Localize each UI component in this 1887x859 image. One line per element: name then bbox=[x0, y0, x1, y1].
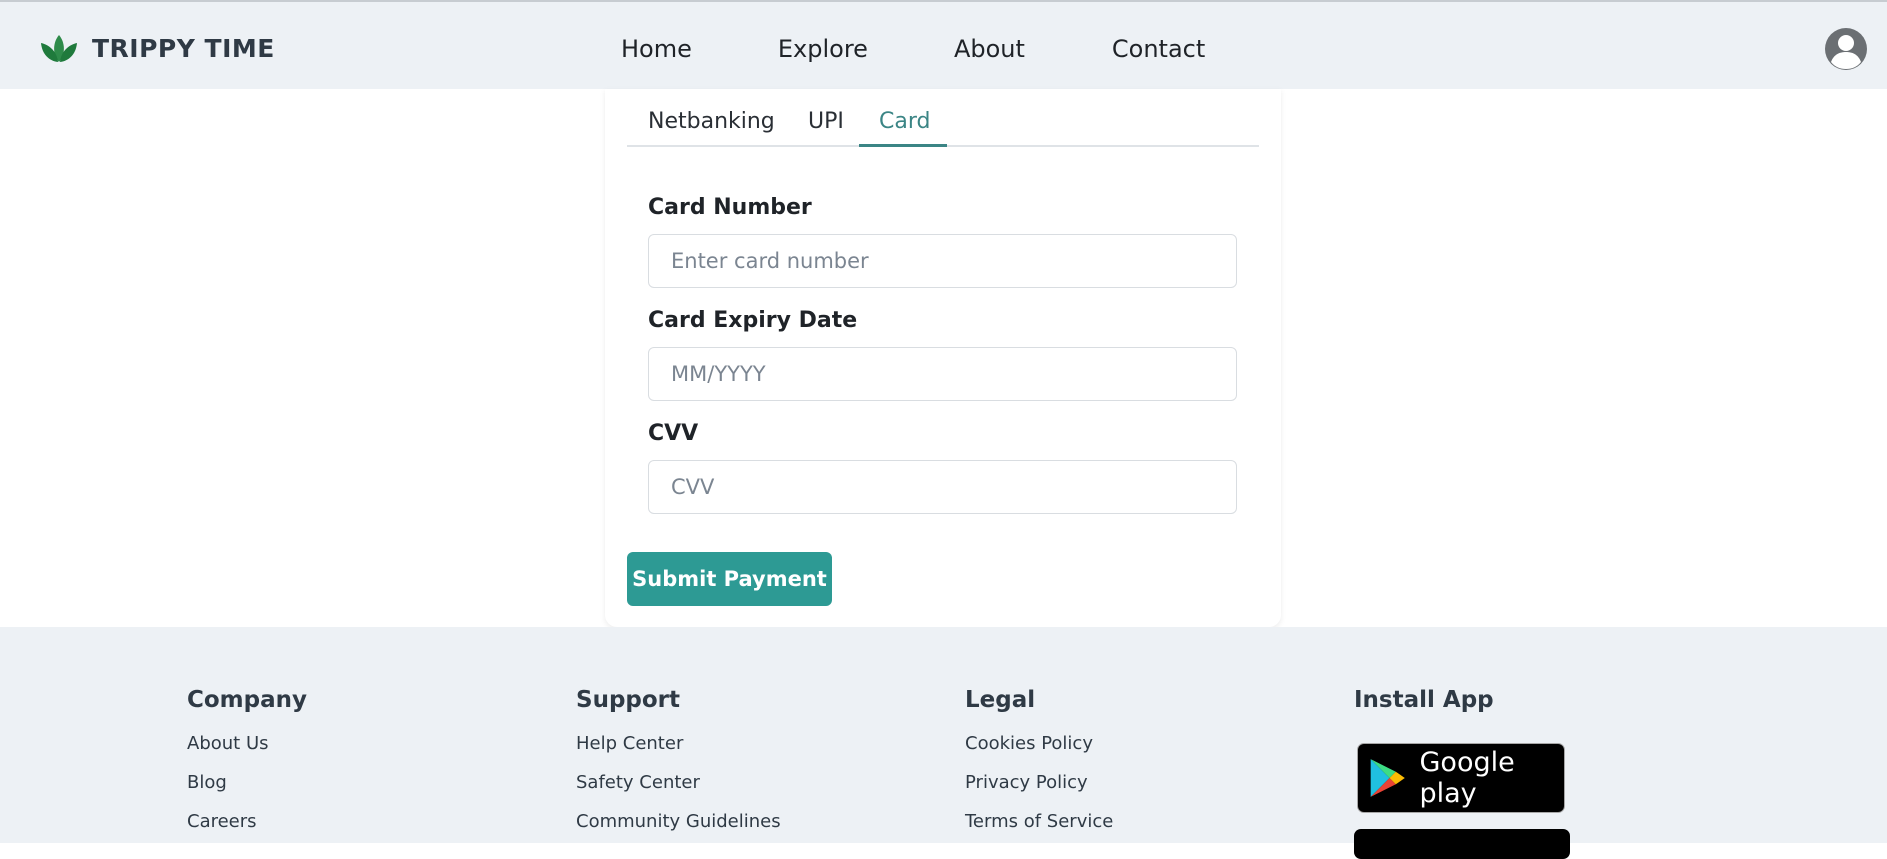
payment-tabs: Netbanking UPI Card bbox=[627, 89, 1259, 147]
google-play-label: Google play bbox=[1419, 747, 1515, 809]
active-tab-indicator bbox=[859, 144, 947, 147]
footer-link[interactable]: Privacy Policy bbox=[965, 772, 1113, 811]
footer-link[interactable]: Terms of Service bbox=[965, 811, 1113, 850]
footer-link[interactable]: About Us bbox=[187, 733, 307, 772]
footer-link[interactable]: Help Center bbox=[576, 733, 781, 772]
card-number-label: Card Number bbox=[648, 195, 812, 220]
leaf-logo-icon bbox=[41, 35, 77, 62]
card-expiry-label: Card Expiry Date bbox=[648, 308, 858, 333]
nav-contact[interactable]: Contact bbox=[1112, 35, 1205, 63]
footer-company-title: Company bbox=[187, 687, 307, 713]
tab-upi[interactable]: UPI bbox=[808, 109, 844, 134]
footer-company: Company About Us Blog Careers bbox=[187, 687, 307, 850]
main-nav: Home Explore About Contact bbox=[621, 35, 1205, 63]
navbar: TRIPPY TIME Home Explore About Contact bbox=[0, 0, 1887, 89]
footer-link[interactable]: Safety Center bbox=[576, 772, 781, 811]
footer-install: Install App bbox=[1354, 687, 1494, 713]
cvv-input[interactable] bbox=[648, 460, 1237, 514]
card-expiry-input[interactable] bbox=[648, 347, 1237, 401]
cvv-label: CVV bbox=[648, 421, 699, 446]
footer-legal-title: Legal bbox=[965, 687, 1036, 713]
google-play-icon bbox=[1370, 759, 1405, 797]
brand[interactable]: TRIPPY TIME bbox=[40, 32, 275, 64]
footer-link[interactable]: Cookies Policy bbox=[965, 733, 1113, 772]
app-store-badge[interactable] bbox=[1354, 829, 1570, 859]
nav-explore[interactable]: Explore bbox=[778, 35, 868, 63]
tab-card[interactable]: Card bbox=[879, 109, 930, 134]
footer: Company About Us Blog Careers Support He… bbox=[0, 627, 1887, 859]
google-play-badge[interactable]: Google play bbox=[1357, 743, 1565, 813]
user-avatar-icon[interactable] bbox=[1824, 27, 1868, 71]
footer-link[interactable]: Blog bbox=[187, 772, 307, 811]
footer-link[interactable]: Careers bbox=[187, 811, 307, 850]
card-number-input[interactable] bbox=[648, 234, 1237, 288]
tab-netbanking[interactable]: Netbanking bbox=[648, 109, 775, 134]
footer-link[interactable]: Community Guidelines bbox=[576, 811, 781, 850]
footer-legal: Legal Cookies Policy Privacy Policy Term… bbox=[965, 687, 1113, 850]
nav-home[interactable]: Home bbox=[621, 35, 692, 63]
submit-payment-button[interactable]: Submit Payment bbox=[627, 552, 832, 606]
nav-about[interactable]: About bbox=[954, 35, 1025, 63]
footer-support-title: Support bbox=[576, 687, 681, 713]
footer-install-title: Install App bbox=[1354, 687, 1494, 713]
footer-support: Support Help Center Safety Center Commun… bbox=[576, 687, 781, 850]
brand-name: TRIPPY TIME bbox=[92, 33, 275, 63]
payment-panel: Netbanking UPI Card Card Number Card Exp… bbox=[605, 89, 1281, 627]
